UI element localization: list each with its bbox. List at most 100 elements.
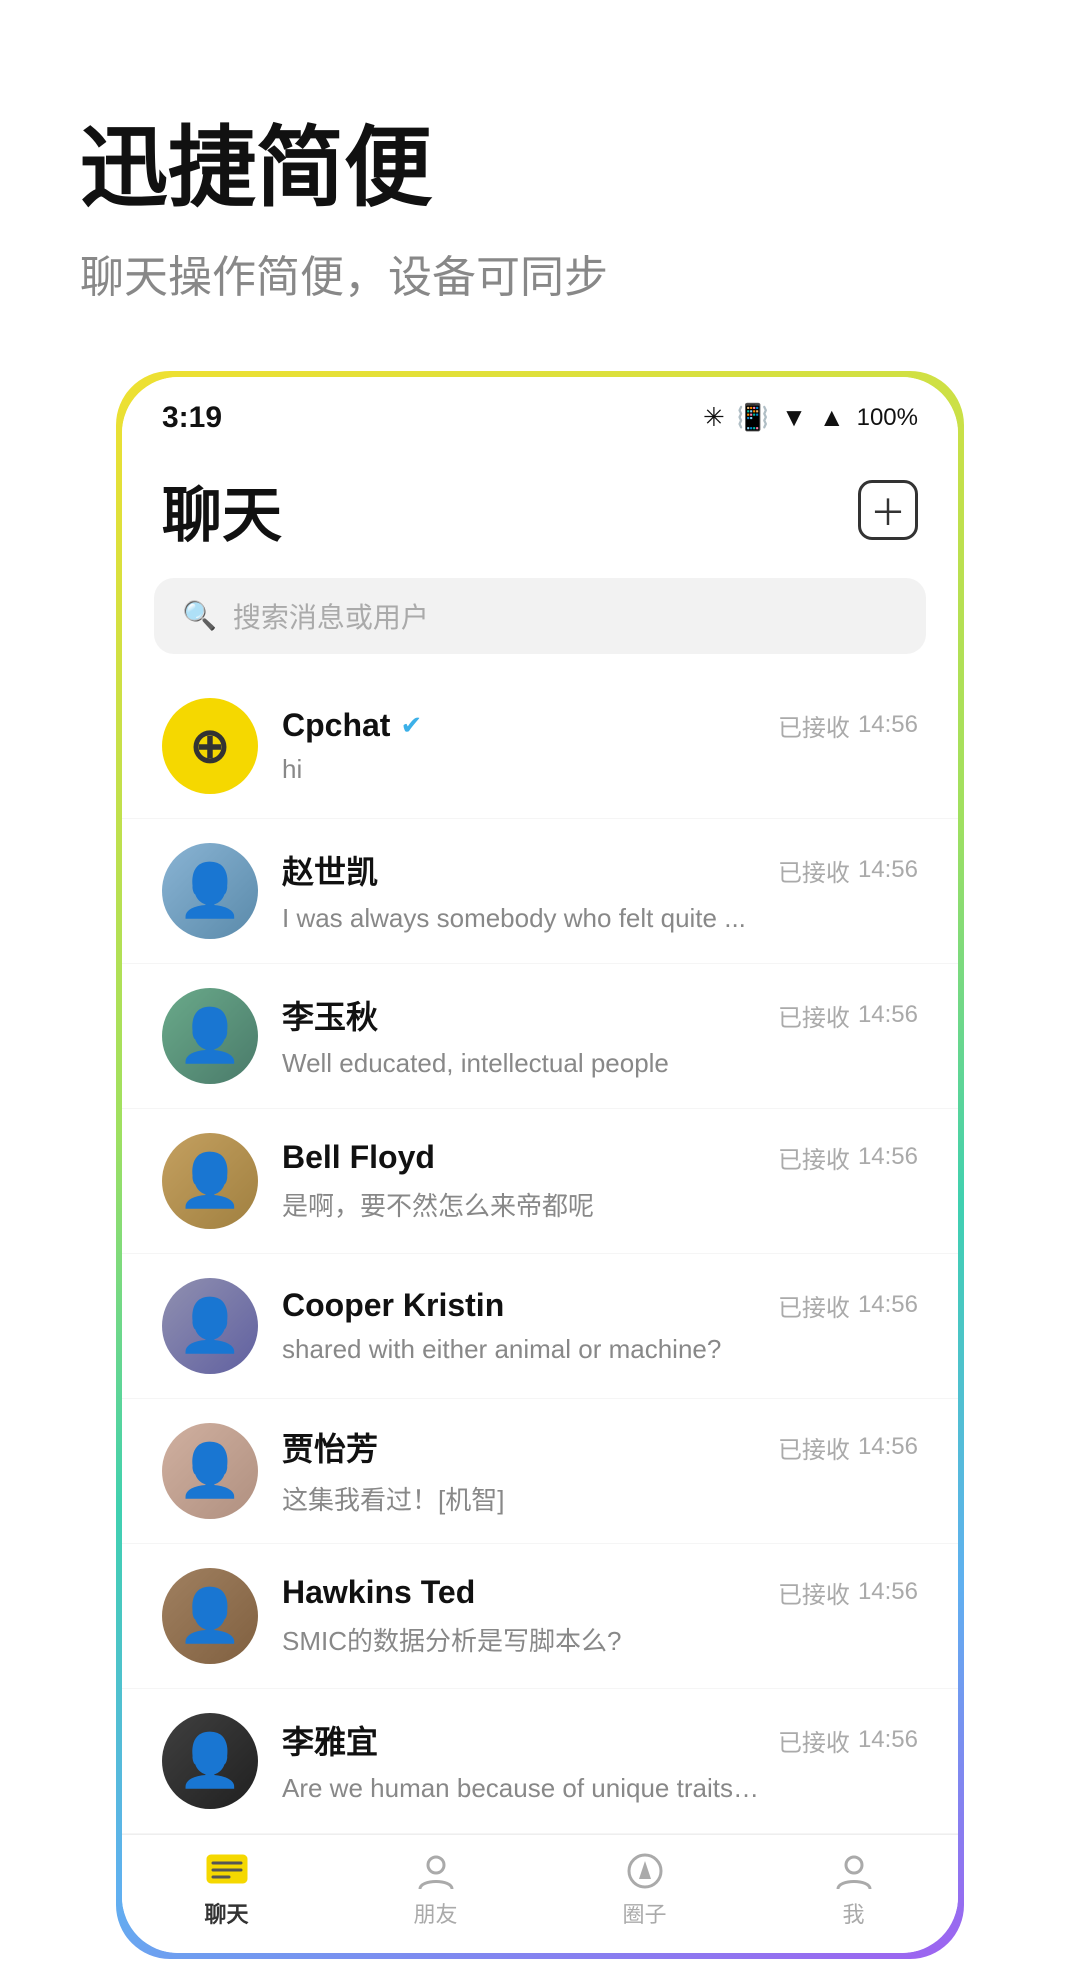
- chat-time-cooper: 14:56: [858, 1291, 918, 1319]
- chat-preview-bell: 是啊，要不然怎么来帝都呢: [282, 1186, 762, 1223]
- chat-item-bell[interactable]: 👤 Bell Floyd 已接收 14:56 是啊，要不然怎么来帝都呢: [122, 1109, 958, 1254]
- chat-status-hawkins: 已接收: [778, 1575, 850, 1610]
- nav-label-friends: 朋友: [413, 1897, 457, 1929]
- nav-label-chat: 聊天: [204, 1897, 248, 1929]
- app-header: 聊天 ＋: [122, 447, 958, 578]
- battery-level: 100%: [857, 404, 918, 432]
- person-silhouette-hawkins: 👤: [162, 1568, 258, 1664]
- nav-item-circle[interactable]: 圈子: [540, 1851, 749, 1929]
- avatar-cpchat: ⊕: [162, 698, 258, 794]
- add-chat-button[interactable]: ＋: [858, 480, 918, 540]
- chat-name-row: Cpchat ✔: [282, 707, 422, 744]
- avatar-liya: 👤: [162, 1713, 258, 1809]
- chat-name-row-jia: 贾怡芳: [282, 1424, 378, 1470]
- avatar-cooper: 👤: [162, 1278, 258, 1374]
- chat-name-hawkins: Hawkins Ted: [282, 1574, 475, 1611]
- search-placeholder-text: 搜索消息或用户: [233, 596, 429, 636]
- chat-name-zhao: 赵世凯: [282, 847, 378, 893]
- chat-item-cooper[interactable]: 👤 Cooper Kristin 已接收 14:56 shared with e…: [122, 1254, 958, 1399]
- chat-name-row-zhao: 赵世凯: [282, 847, 378, 893]
- chat-preview-hawkins: SMIC的数据分析是写脚本么?: [282, 1621, 762, 1658]
- person-silhouette-zhao: 👤: [162, 843, 258, 939]
- chat-meta: 已接收 14:56: [778, 708, 918, 743]
- chat-time-liya: 14:56: [858, 1726, 918, 1754]
- chat-meta-bell: 已接收 14:56: [778, 1140, 918, 1175]
- app-title: 聊天: [162, 467, 282, 554]
- chat-time-li: 14:56: [858, 1001, 918, 1029]
- chat-status-liya: 已接收: [778, 1723, 850, 1758]
- chat-top-row-hawkins: Hawkins Ted 已接收 14:56: [282, 1574, 918, 1611]
- chat-content-li: 李玉秋 已接收 14:56 Well educated, intellectua…: [282, 992, 918, 1079]
- chat-item-zhao[interactable]: 👤 赵世凯 已接收 14:56 I was always somebody wh…: [122, 819, 958, 964]
- circle-nav-icon: [619, 1851, 671, 1891]
- chat-meta-jia: 已接收 14:56: [778, 1430, 918, 1465]
- chat-status-cooper: 已接收: [778, 1288, 850, 1323]
- chat-name-row-li: 李玉秋: [282, 992, 378, 1038]
- avatar-jia: 👤: [162, 1423, 258, 1519]
- chat-content-cpchat: Cpchat ✔ 已接收 14:56 hi: [282, 707, 918, 785]
- chat-item-jia[interactable]: 👤 贾怡芳 已接收 14:56 这集我看过！[机智]: [122, 1399, 958, 1544]
- chat-status-li: 已接收: [778, 998, 850, 1033]
- nav-item-me[interactable]: 我: [749, 1851, 958, 1929]
- chat-nav-icon: [201, 1851, 253, 1891]
- chat-item-cpchat[interactable]: ⊕ Cpchat ✔ 已接收 14:56 hi: [122, 674, 958, 819]
- chat-top-row-li: 李玉秋 已接收 14:56: [282, 992, 918, 1038]
- bluetooth-icon: ✳: [703, 402, 725, 433]
- add-icon: ＋: [870, 484, 906, 536]
- chat-preview-zhao: I was always somebody who felt quite ...: [282, 903, 762, 934]
- chat-content-bell: Bell Floyd 已接收 14:56 是啊，要不然怎么来帝都呢: [282, 1139, 918, 1223]
- hero-subtitle: 聊天操作简便，设备可同步: [80, 241, 1000, 305]
- chat-meta-zhao: 已接收 14:56: [778, 853, 918, 888]
- chat-name-row-hawkins: Hawkins Ted: [282, 1574, 475, 1611]
- search-icon: 🔍: [182, 599, 217, 632]
- chat-item-liya[interactable]: 👤 李雅宜 已接收 14:56 Are we human because of …: [122, 1689, 958, 1834]
- chat-status-jia: 已接收: [778, 1430, 850, 1465]
- chat-meta-liya: 已接收 14:56: [778, 1723, 918, 1758]
- friends-nav-icon: [410, 1851, 462, 1891]
- chat-name: Cpchat: [282, 707, 390, 744]
- avatar-zhao: 👤: [162, 843, 258, 939]
- chat-preview: hi: [282, 754, 762, 785]
- chat-preview-cooper: shared with either animal or machine?: [282, 1334, 762, 1365]
- chat-meta-hawkins: 已接收 14:56: [778, 1575, 918, 1610]
- nav-label-me: 我: [842, 1897, 864, 1929]
- chat-time: 14:56: [858, 711, 918, 739]
- person-silhouette-cooper: 👤: [162, 1278, 258, 1374]
- status-icons: ✳ 📳 ▼ ▲ 100%: [703, 402, 918, 433]
- nav-label-circle: 圈子: [622, 1897, 666, 1929]
- chat-meta-cooper: 已接收 14:56: [778, 1288, 918, 1323]
- phone-frame: 3:19 ✳ 📳 ▼ ▲ 100% 聊天 ＋ 🔍 搜索消息或用户: [110, 365, 970, 1965]
- vibrate-icon: 📳: [737, 402, 769, 433]
- phone-inner: 3:19 ✳ 📳 ▼ ▲ 100% 聊天 ＋ 🔍 搜索消息或用户: [122, 377, 958, 1953]
- chat-name-jia: 贾怡芳: [282, 1424, 378, 1470]
- avatar-bell: 👤: [162, 1133, 258, 1229]
- nav-item-friends[interactable]: 朋友: [331, 1851, 540, 1929]
- chat-top-row-bell: Bell Floyd 已接收 14:56: [282, 1139, 918, 1176]
- chat-content-hawkins: Hawkins Ted 已接收 14:56 SMIC的数据分析是写脚本么?: [282, 1574, 918, 1658]
- chat-item-hawkins[interactable]: 👤 Hawkins Ted 已接收 14:56 SMIC的数据分析是写脚本么?: [122, 1544, 958, 1689]
- chat-item-li[interactable]: 👤 李玉秋 已接收 14:56 Well educated, intellect…: [122, 964, 958, 1109]
- person-silhouette-liya: 👤: [162, 1713, 258, 1809]
- chat-top-row: Cpchat ✔ 已接收 14:56: [282, 707, 918, 744]
- chat-time-jia: 14:56: [858, 1433, 918, 1461]
- search-bar[interactable]: 🔍 搜索消息或用户: [154, 578, 926, 654]
- me-nav-icon: [828, 1851, 880, 1891]
- chat-name-row-cooper: Cooper Kristin: [282, 1287, 504, 1324]
- chat-preview-liya: Are we human because of unique traits an…: [282, 1773, 762, 1804]
- page-header: 迅捷简便 聊天操作简便，设备可同步: [0, 0, 1080, 365]
- chat-status: 已接收: [778, 708, 850, 743]
- chat-time-bell: 14:56: [858, 1143, 918, 1171]
- person-silhouette-jia: 👤: [162, 1423, 258, 1519]
- chat-status-zhao: 已接收: [778, 853, 850, 888]
- status-time: 3:19: [162, 401, 222, 435]
- chat-time-hawkins: 14:56: [858, 1578, 918, 1606]
- chat-meta-li: 已接收 14:56: [778, 998, 918, 1033]
- person-silhouette-bell: 👤: [162, 1133, 258, 1229]
- wifi-icon: ▼: [781, 402, 807, 433]
- chat-preview-jia: 这集我看过！[机智]: [282, 1480, 762, 1517]
- chat-name-li: 李玉秋: [282, 992, 378, 1038]
- chat-top-row-zhao: 赵世凯 已接收 14:56: [282, 847, 918, 893]
- bottom-nav: 聊天 朋友 圈子: [122, 1834, 958, 1953]
- nav-item-chat[interactable]: 聊天: [122, 1851, 331, 1929]
- person-silhouette-li: 👤: [162, 988, 258, 1084]
